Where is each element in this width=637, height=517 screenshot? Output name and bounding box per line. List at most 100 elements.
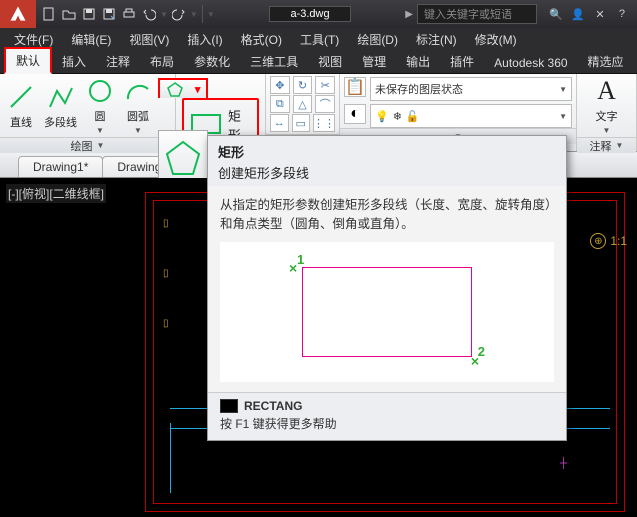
document-title: a-3.dwg bbox=[269, 6, 350, 22]
stretch-icon[interactable]: ↔ bbox=[270, 114, 289, 132]
print-icon[interactable] bbox=[120, 5, 138, 23]
current-layer-dropdown[interactable]: 💡❄🔓 ▼ bbox=[370, 104, 572, 128]
lock-icon: 🔓 bbox=[406, 110, 420, 123]
menu-tools[interactable]: 工具(T) bbox=[292, 29, 347, 50]
tab-annotate[interactable]: 注释 bbox=[96, 50, 140, 73]
cross-icon: × bbox=[289, 258, 297, 279]
quick-access-toolbar: ▼ ▼ ▼ bbox=[36, 5, 219, 23]
signin-icon[interactable]: 👤 bbox=[569, 5, 587, 23]
array-icon[interactable]: ⋮⋮ bbox=[313, 114, 335, 132]
menu-bar: 文件(F) 编辑(E) 视图(V) 插入(I) 格式(O) 工具(T) 绘图(D… bbox=[0, 28, 637, 50]
title-bar: ▼ ▼ ▼ a-3.dwg ▶ 键入关键字或短语 🔍 👤 ✕ ? bbox=[0, 0, 637, 28]
tooltip-body: 从指定的矩形参数创建矩形多段线（长度、宽度、旋转角度）和角点类型（圆角、倒角或直… bbox=[220, 196, 554, 234]
viewport-scale[interactable]: ⊕ 1:1 bbox=[590, 233, 627, 249]
tool-line-label: 直线 bbox=[10, 114, 32, 130]
tool-polyline[interactable]: 多段线 bbox=[44, 82, 77, 130]
compass-icon: ⊕ bbox=[590, 233, 606, 249]
fillet-icon[interactable]: ⌒ bbox=[315, 95, 335, 113]
command-icon bbox=[220, 399, 238, 413]
tab-3dtools[interactable]: 三维工具 bbox=[240, 50, 308, 73]
new-icon[interactable] bbox=[40, 5, 58, 23]
viewport-label[interactable]: [-][俯视][二维线框] bbox=[6, 184, 106, 203]
app-menu-button[interactable] bbox=[0, 0, 36, 28]
scale-label: 1:1 bbox=[610, 234, 627, 248]
save-icon[interactable] bbox=[80, 5, 98, 23]
tab-parametric[interactable]: 参数化 bbox=[184, 50, 240, 73]
layer-properties-icon[interactable]: 📋 bbox=[344, 77, 366, 97]
line-icon bbox=[6, 82, 36, 112]
tool-polyline-label: 多段线 bbox=[44, 114, 77, 130]
layer-state-dropdown[interactable]: 未保存的图层状态 ▼ bbox=[370, 77, 572, 101]
rotate-icon[interactable]: ↻ bbox=[293, 76, 313, 94]
tool-text[interactable]: A 文字 ▼ bbox=[592, 76, 622, 135]
panel-draw: 直线 多段线 圆 ▼ 圆弧 ▼ 绘图 ▼ bbox=[0, 74, 176, 151]
tooltip-point1: 1 bbox=[297, 250, 304, 270]
polygon-option[interactable] bbox=[158, 130, 208, 185]
menu-modify[interactable]: 修改(M) bbox=[467, 29, 525, 50]
undo-dropdown-icon[interactable]: ▼ bbox=[160, 10, 168, 19]
ribbon-tabs: 默认 插入 注释 布局 参数化 三维工具 视图 管理 输出 插件 Autodes… bbox=[0, 50, 637, 74]
scale-icon[interactable]: ▭ bbox=[292, 114, 311, 132]
tool-circle-label: 圆 bbox=[95, 108, 106, 124]
chevron-down-icon: ▼ bbox=[559, 112, 567, 121]
tab-insert[interactable]: 插入 bbox=[52, 50, 96, 73]
move-icon[interactable]: ✥ bbox=[270, 76, 290, 94]
tab-view[interactable]: 视图 bbox=[308, 50, 352, 73]
text-icon: A bbox=[592, 76, 622, 106]
tool-line[interactable]: 直线 bbox=[6, 82, 36, 130]
tool-arc[interactable]: 圆弧 ▼ bbox=[123, 76, 153, 135]
tool-circle[interactable]: 圆 ▼ bbox=[85, 76, 115, 135]
search-icon[interactable]: 🔍 bbox=[547, 5, 565, 23]
menu-draw[interactable]: 绘图(D) bbox=[349, 29, 406, 50]
open-icon[interactable] bbox=[60, 5, 78, 23]
layer-iso-icon[interactable]: ◐ bbox=[344, 104, 366, 124]
arc-icon bbox=[123, 76, 153, 106]
search-placeholder: 键入关键字或短语 bbox=[424, 6, 512, 22]
menu-view[interactable]: 视图(V) bbox=[121, 29, 177, 50]
tooltip-help: 按 F1 键获得更多帮助 bbox=[220, 415, 556, 432]
tooltip-command: RECTANG bbox=[220, 399, 556, 413]
trim-icon[interactable]: ✂ bbox=[315, 76, 335, 94]
tab-plugins[interactable]: 插件 bbox=[440, 50, 484, 73]
cross-icon: × bbox=[471, 351, 479, 372]
undo-icon[interactable] bbox=[140, 5, 158, 23]
bulb-icon: 💡 bbox=[375, 110, 389, 123]
mirror-icon[interactable]: △ bbox=[293, 95, 313, 113]
tab-layout[interactable]: 布局 bbox=[140, 50, 184, 73]
titlebar-right-icons: 🔍 👤 ✕ ? bbox=[541, 5, 637, 23]
tab-default[interactable]: 默认 bbox=[4, 47, 52, 74]
qat-customize-icon[interactable]: ▼ bbox=[207, 10, 215, 19]
title-arrow-icon[interactable]: ▶ bbox=[401, 9, 417, 20]
tooltip-title: 矩形 bbox=[218, 142, 556, 161]
menu-format[interactable]: 格式(O) bbox=[233, 29, 290, 50]
chevron-down-icon[interactable]: ▼ bbox=[134, 126, 142, 135]
help-icon[interactable]: ? bbox=[613, 5, 631, 23]
tooltip-rectangle: 矩形 创建矩形多段线 从指定的矩形参数创建矩形多段线（长度、宽度、旋转角度）和角… bbox=[207, 135, 567, 441]
tooltip-figure: 1 × 2 × bbox=[220, 242, 554, 382]
chevron-down-icon[interactable]: ▼ bbox=[603, 126, 611, 135]
tab-featured[interactable]: 精选应 bbox=[578, 50, 634, 73]
tab-output[interactable]: 输出 bbox=[396, 50, 440, 73]
redo-dropdown-icon[interactable]: ▼ bbox=[190, 10, 198, 19]
tool-arc-label: 圆弧 bbox=[127, 108, 149, 124]
layer-state-label: 未保存的图层状态 bbox=[375, 81, 463, 97]
polyline-icon bbox=[46, 82, 76, 112]
menu-insert[interactable]: 插入(I) bbox=[179, 29, 230, 50]
redo-icon[interactable] bbox=[170, 5, 188, 23]
saveas-icon[interactable] bbox=[100, 5, 118, 23]
copy-icon[interactable]: ⧉ bbox=[270, 95, 290, 113]
chevron-down-icon: ▼ bbox=[559, 85, 567, 94]
panel-annotate-title[interactable]: 注释 ▼ bbox=[577, 137, 636, 153]
chevron-down-icon[interactable]: ▼ bbox=[96, 126, 104, 135]
panel-draw-title[interactable]: 绘图 ▼ bbox=[0, 137, 175, 153]
tool-text-label: 文字 bbox=[596, 108, 618, 124]
tab-autodesk360[interactable]: Autodesk 360 bbox=[484, 53, 577, 73]
doc-tab-1[interactable]: Drawing1* bbox=[18, 156, 103, 177]
menu-dim[interactable]: 标注(N) bbox=[408, 29, 465, 50]
exchange-icon[interactable]: ✕ bbox=[591, 5, 609, 23]
shape-flyout-button[interactable]: ▾ bbox=[158, 78, 208, 98]
tooltip-subtitle: 创建矩形多段线 bbox=[218, 163, 556, 182]
menu-edit[interactable]: 编辑(E) bbox=[63, 29, 119, 50]
tab-manage[interactable]: 管理 bbox=[352, 50, 396, 73]
search-input[interactable]: 键入关键字或短语 bbox=[417, 4, 537, 24]
